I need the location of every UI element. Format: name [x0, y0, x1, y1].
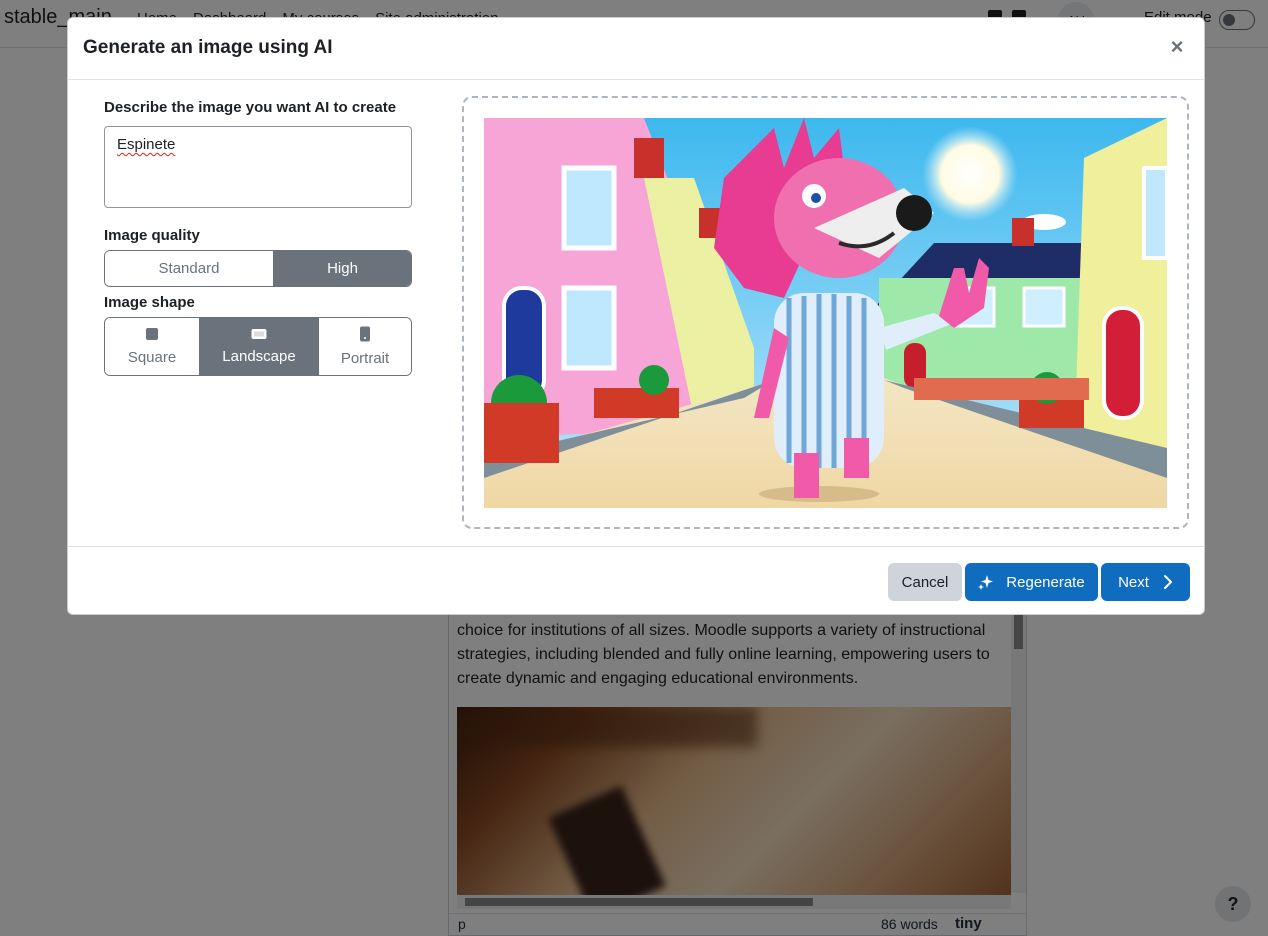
generated-image[interactable]	[484, 118, 1167, 508]
regenerate-label: Regenerate	[1006, 573, 1085, 591]
close-icon[interactable]: ×	[1168, 35, 1186, 59]
modal-footer: Cancel Regenerate Next	[68, 546, 1204, 614]
regenerate-button[interactable]: Regenerate	[965, 563, 1098, 601]
quality-option-high[interactable]: High	[273, 251, 411, 286]
brick-wall	[484, 403, 559, 463]
modal-header: Generate an image using AI ×	[68, 18, 1204, 80]
prompt-value: Espinete	[117, 136, 176, 153]
image-preview-container	[462, 96, 1189, 529]
shape-option-portrait[interactable]: Portrait	[318, 318, 411, 375]
sun	[922, 126, 1018, 222]
window	[561, 285, 617, 371]
window	[1142, 166, 1167, 260]
shape-label-square: Square	[127, 349, 177, 366]
shape-label-portrait: Portrait	[340, 350, 390, 367]
landscape-shape-icon	[251, 329, 267, 339]
next-button[interactable]: Next	[1101, 563, 1190, 601]
image-shape-label: Image shape	[104, 294, 195, 311]
chimney	[1012, 218, 1034, 246]
sparkles-icon	[978, 575, 994, 590]
portrait-shape-icon	[360, 326, 370, 342]
modal-title: Generate an image using AI	[83, 37, 333, 58]
chevron-right-icon	[1163, 575, 1172, 589]
window	[1022, 286, 1066, 328]
character-pupil	[811, 193, 821, 203]
brick-wall	[594, 388, 679, 418]
quality-option-standard[interactable]: Standard	[105, 251, 273, 286]
window	[561, 165, 617, 251]
image-quality-group: Standard High	[104, 250, 412, 287]
cancel-label: Cancel	[901, 573, 949, 591]
chimney	[634, 138, 664, 178]
generate-image-modal: Generate an image using AI × Describe th…	[67, 17, 1205, 615]
cancel-button[interactable]: Cancel	[888, 563, 962, 601]
square-shape-icon	[146, 328, 158, 340]
bush	[639, 365, 669, 395]
door	[1102, 306, 1144, 420]
brick-wall	[914, 378, 1089, 400]
shape-label-landscape: Landscape	[222, 348, 296, 365]
prompt-label: Describe the image you want AI to create	[104, 99, 397, 116]
character-nose	[896, 195, 932, 231]
next-label: Next	[1118, 573, 1149, 591]
character-leg	[794, 453, 819, 498]
prompt-textarea[interactable]: Espinete	[104, 126, 412, 208]
shape-option-square[interactable]: Square	[105, 318, 199, 375]
character-leg	[844, 438, 869, 478]
shape-option-landscape[interactable]: Landscape	[199, 318, 318, 375]
image-quality-label: Image quality	[104, 227, 200, 244]
image-shape-group: Square Landscape Portrait	[104, 317, 412, 376]
